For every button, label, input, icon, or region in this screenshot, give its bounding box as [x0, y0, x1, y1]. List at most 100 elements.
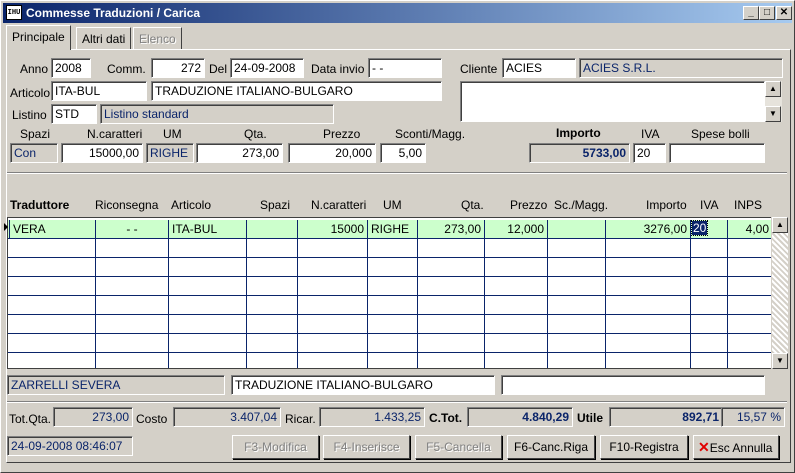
grid-scrollbar[interactable]: ▲ ▼	[771, 217, 788, 369]
table-cell[interactable]	[368, 296, 418, 315]
cell-ncaratteri[interactable]: 15000	[298, 220, 368, 239]
table-cell[interactable]	[247, 239, 298, 258]
col-riconsegna[interactable]: Riconsegna	[95, 198, 158, 212]
table-cell[interactable]	[418, 334, 485, 353]
table-cell[interactable]	[298, 334, 368, 353]
table-cell[interactable]	[418, 353, 485, 368]
table-cell[interactable]	[169, 353, 247, 368]
title-bar[interactable]: IHU Commesse Traduzioni / Carica _ □ ✕	[3, 3, 792, 23]
table-row[interactable]	[8, 296, 771, 315]
table-cell[interactable]	[8, 277, 96, 296]
table-cell[interactable]	[485, 334, 548, 353]
table-cell[interactable]	[548, 296, 606, 315]
table-cell[interactable]	[8, 315, 96, 334]
table-cell[interactable]	[728, 353, 771, 368]
registra-button[interactable]: F10-Registra	[600, 435, 688, 459]
sconti-value[interactable]: 5,00	[380, 143, 426, 163]
cell-inps[interactable]: 4,00	[728, 220, 771, 239]
table-cell[interactable]	[298, 258, 368, 277]
table-cell[interactable]	[606, 277, 691, 296]
minimize-button[interactable]: _	[743, 6, 759, 20]
table-cell[interactable]	[691, 353, 728, 368]
table-cell[interactable]	[298, 315, 368, 334]
del-field[interactable]: 24-09-2008	[230, 58, 304, 78]
notes-scrollbar[interactable]: ▲ ▼	[765, 81, 782, 122]
table-cell[interactable]	[548, 258, 606, 277]
table-cell[interactable]	[298, 353, 368, 368]
cell-iva-editor[interactable]: 20	[691, 220, 709, 236]
table-cell[interactable]	[728, 296, 771, 315]
cell-spazi[interactable]	[247, 220, 298, 239]
canc-riga-button[interactable]: F6-Canc.Riga	[507, 435, 595, 459]
table-cell[interactable]	[418, 296, 485, 315]
maximize-button[interactable]: □	[759, 6, 775, 20]
table-cell[interactable]	[8, 296, 96, 315]
table-cell[interactable]	[548, 315, 606, 334]
grid-scroll-down-icon[interactable]: ▼	[772, 353, 788, 369]
table-cell[interactable]	[728, 334, 771, 353]
table-cell[interactable]	[691, 258, 728, 277]
articolo-desc-footer-field[interactable]: TRADUZIONE ITALIANO-BULGARO	[231, 375, 495, 395]
table-cell[interactable]	[247, 315, 298, 334]
col-articolo[interactable]: Articolo	[171, 198, 211, 212]
righe-grid[interactable]: VERA - - ITA-BUL 15000 RIGHE 273,00 12,0…	[7, 217, 772, 369]
table-cell[interactable]	[368, 353, 418, 368]
table-row[interactable]	[8, 258, 771, 277]
table-cell[interactable]	[368, 258, 418, 277]
table-cell[interactable]	[298, 296, 368, 315]
table-cell[interactable]	[96, 296, 169, 315]
scroll-down-icon[interactable]: ▼	[765, 106, 781, 122]
scroll-up-icon[interactable]: ▲	[765, 81, 781, 97]
table-cell[interactable]	[169, 258, 247, 277]
table-cell[interactable]	[485, 353, 548, 368]
table-cell[interactable]	[368, 334, 418, 353]
table-cell[interactable]	[8, 353, 96, 368]
col-ncaratteri[interactable]: N.caratteri	[311, 198, 366, 212]
table-cell[interactable]	[691, 277, 728, 296]
table-row[interactable]	[8, 315, 771, 334]
tab-altri-dati[interactable]: Altri dati	[76, 27, 132, 49]
table-cell[interactable]	[169, 277, 247, 296]
um-value[interactable]: RIGHE	[146, 143, 194, 163]
table-cell[interactable]	[691, 334, 728, 353]
comm-field[interactable]: 272	[151, 58, 205, 78]
table-cell[interactable]	[96, 334, 169, 353]
riga-note-field[interactable]	[501, 375, 765, 395]
spese-bolli-value[interactable]	[669, 143, 765, 163]
cell-riconsegna[interactable]: - -	[96, 220, 169, 239]
table-cell[interactable]	[606, 296, 691, 315]
cliente-notes-area[interactable]	[460, 81, 765, 122]
table-cell[interactable]	[418, 239, 485, 258]
table-cell[interactable]	[606, 353, 691, 368]
table-cell[interactable]	[485, 239, 548, 258]
table-cell[interactable]	[169, 296, 247, 315]
articolo-code-field[interactable]: ITA-BUL	[51, 81, 147, 101]
col-importo[interactable]: Importo	[646, 198, 687, 212]
table-cell[interactable]	[728, 277, 771, 296]
inserisce-button[interactable]: F4-Inserisce	[323, 435, 410, 459]
table-cell[interactable]	[8, 239, 96, 258]
cell-iva[interactable]: 20	[691, 220, 728, 239]
tab-elenco[interactable]: Elenco	[133, 27, 182, 49]
cancella-button[interactable]: F5-Cancella	[415, 435, 502, 459]
table-row[interactable]	[8, 353, 771, 368]
table-cell[interactable]	[169, 334, 247, 353]
scroll-track[interactable]	[772, 233, 788, 353]
table-cell[interactable]	[485, 296, 548, 315]
anno-field[interactable]: 2008	[51, 58, 91, 78]
table-cell[interactable]	[8, 334, 96, 353]
close-button[interactable]: ✕	[776, 6, 792, 20]
prezzo-value[interactable]: 20,000	[288, 143, 376, 163]
table-cell[interactable]	[548, 277, 606, 296]
listino-code-field[interactable]: STD	[51, 104, 97, 124]
table-cell[interactable]	[368, 315, 418, 334]
cell-articolo[interactable]: ITA-BUL	[169, 220, 247, 239]
table-cell[interactable]	[96, 353, 169, 368]
table-cell[interactable]	[96, 239, 169, 258]
table-cell[interactable]	[691, 315, 728, 334]
table-cell[interactable]	[247, 296, 298, 315]
table-cell[interactable]	[606, 334, 691, 353]
iva-value[interactable]: 20	[633, 143, 666, 163]
articolo-desc-field[interactable]: TRADUZIONE ITALIANO-BULGARO	[151, 81, 442, 101]
table-row-selected[interactable]: VERA - - ITA-BUL 15000 RIGHE 273,00 12,0…	[8, 220, 771, 239]
